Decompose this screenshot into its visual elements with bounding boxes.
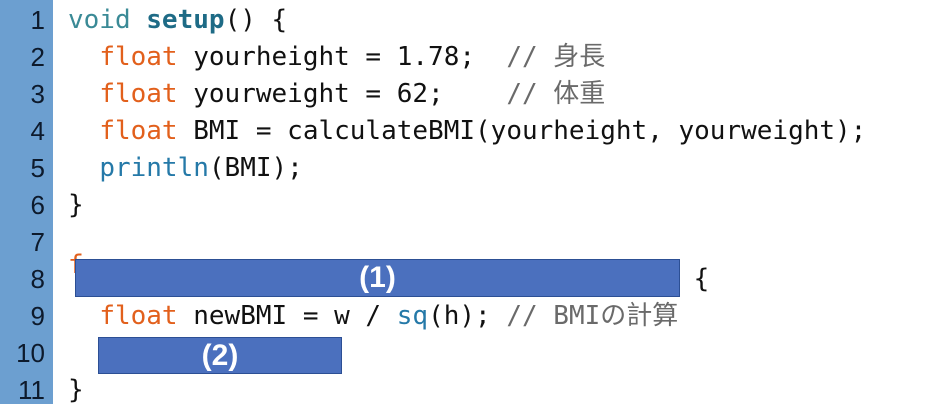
keyword-float: float [99, 79, 178, 109]
code-editor[interactable]: 1 2 3 4 5 6 7 8 9 10 11 void setup() { f… [0, 0, 948, 405]
code-text: BMI = calculateBMI(yourheight, yourweigh… [177, 116, 867, 146]
line-number: 7 [30, 227, 45, 257]
code-line-4: float BMI = calculateBMI(yourheight, you… [68, 113, 866, 150]
line-number-gutter: 1 2 3 4 5 6 7 8 9 10 11 [0, 0, 53, 405]
code-line-1: void setup() { [68, 2, 287, 39]
code-line-5: println(BMI); [68, 150, 303, 187]
code-text: (BMI); [208, 153, 303, 183]
line-number: 1 [30, 5, 45, 35]
line-number: 11 [18, 375, 45, 405]
keyword-float: float [99, 116, 178, 146]
keyword-void: void [68, 5, 131, 35]
code-text: newBMI = w / [177, 301, 397, 331]
code-comment: // 身長 [506, 42, 606, 72]
code-line-8-brace: { [678, 261, 710, 298]
keyword-float: float [99, 301, 178, 331]
function-name-setup: setup [146, 5, 225, 35]
line-number: 10 [16, 338, 45, 368]
opening-brace: { [678, 264, 710, 294]
code-line-2: float yourheight = 1.78; // 身長 [68, 39, 605, 76]
function-sq: sq [396, 301, 429, 331]
function-println: println [99, 153, 209, 183]
line-number: 4 [30, 116, 45, 146]
answer-blank-1[interactable]: (1) [75, 259, 680, 297]
line-number: 9 [30, 301, 45, 331]
keyword-float: float [99, 42, 178, 72]
line-number: 2 [30, 42, 45, 72]
blank-label: (2) [201, 339, 239, 372]
code-text: (h); [428, 301, 507, 331]
code-text: yourweight = 62; [177, 79, 507, 109]
closing-brace: } [68, 375, 84, 405]
closing-brace: } [68, 190, 84, 220]
code-line-6: } [68, 187, 84, 224]
code-comment: // 体重 [506, 79, 606, 109]
code-comment: // BMIの計算 [506, 301, 679, 331]
code-text: yourheight = 1.78; [177, 42, 507, 72]
code-line-9: float newBMI = w / sq(h); // BMIの計算 [68, 298, 678, 335]
code-line-11: } [68, 372, 84, 409]
line-number: 5 [30, 153, 45, 183]
answer-blank-2[interactable]: (2) [98, 337, 342, 374]
line-number: 8 [30, 264, 45, 294]
line-number: 3 [30, 79, 45, 109]
line-number: 6 [30, 190, 45, 220]
code-line-3: float yourweight = 62; // 体重 [68, 76, 605, 113]
blank-label: (1) [359, 261, 396, 294]
code-text: () { [224, 5, 288, 35]
